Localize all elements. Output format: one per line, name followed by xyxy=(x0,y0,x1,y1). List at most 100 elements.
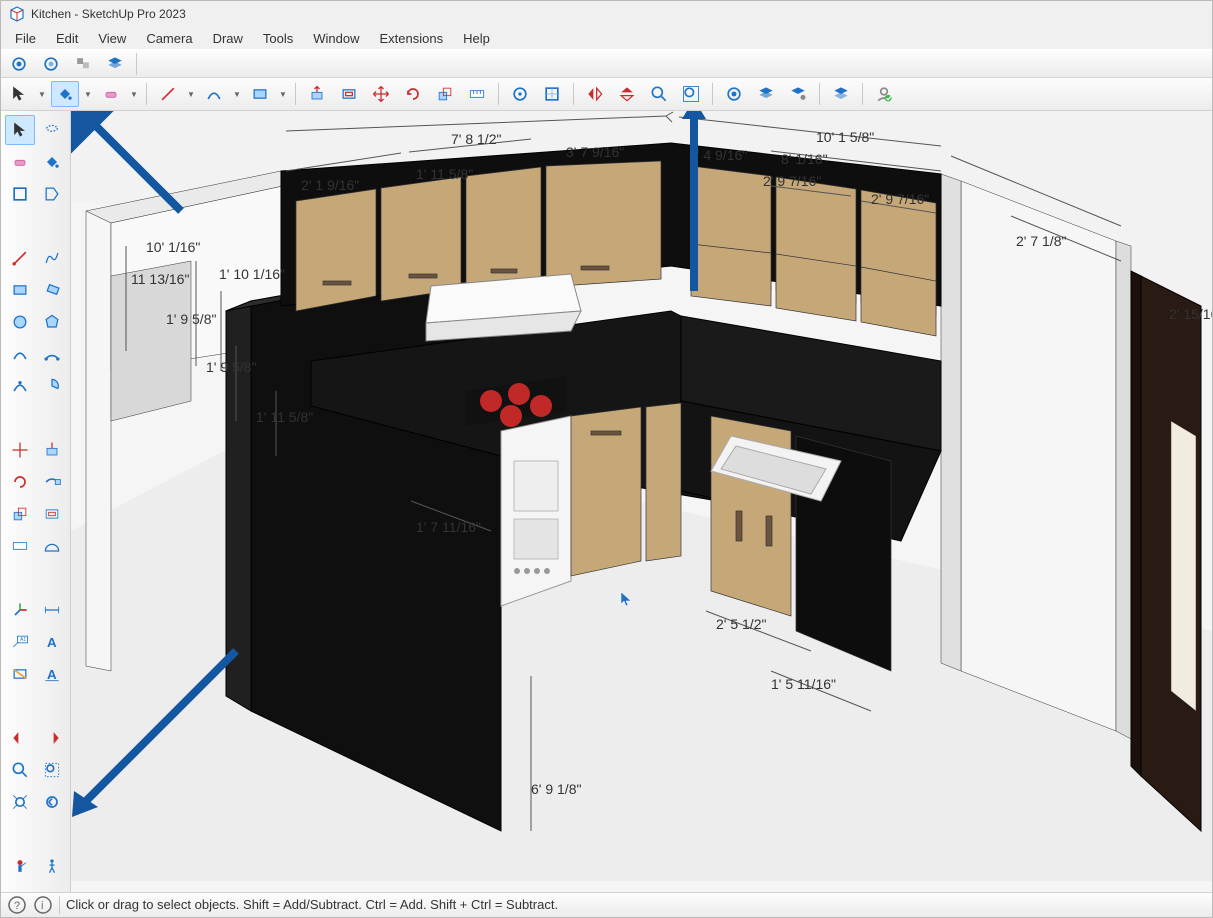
svg-text:A1: A1 xyxy=(20,637,26,643)
menu-extensions[interactable]: Extensions xyxy=(370,29,454,48)
eraser-tool-icon[interactable] xyxy=(97,81,125,107)
ext-gear2-icon[interactable] xyxy=(37,51,65,77)
app-logo-icon xyxy=(9,6,25,22)
help-icon[interactable]: ? xyxy=(7,895,27,915)
rotate-tool-icon[interactable] xyxy=(5,467,35,497)
tag-folder-tool-icon[interactable] xyxy=(784,81,812,107)
warehouse-tool-icon[interactable] xyxy=(506,81,534,107)
outliner-tool-icon[interactable] xyxy=(720,81,748,107)
toolbar-divider xyxy=(146,83,147,105)
3pt-arc-tool-icon[interactable] xyxy=(5,371,35,401)
eraser-dropdown-icon[interactable]: ▼ xyxy=(129,90,139,99)
tag-tool-icon[interactable] xyxy=(37,179,67,209)
paint-bucket-tool-icon[interactable] xyxy=(37,147,67,177)
svg-text:A: A xyxy=(47,635,57,650)
vertical-toolbar: A1 A A xyxy=(1,111,71,892)
circle-tool-icon[interactable] xyxy=(5,307,35,337)
3d-text-tool-icon[interactable]: A xyxy=(37,627,67,657)
select-tool-icon[interactable] xyxy=(5,81,33,107)
model-viewport[interactable]: 7' 8 1/2" 3' 7 9/16" 10' 1 5/8" 8' 1/16"… xyxy=(71,111,1212,892)
user-signin-icon[interactable] xyxy=(870,81,898,107)
push-pull-tool-icon[interactable] xyxy=(37,435,67,465)
position-camera-tool-icon[interactable] xyxy=(5,851,35,881)
line-tool-icon[interactable] xyxy=(154,81,182,107)
toolbar-divider xyxy=(136,53,137,75)
lasso-tool-icon[interactable] xyxy=(37,115,67,145)
axes-tool-icon[interactable] xyxy=(5,595,35,625)
protractor-tool-icon[interactable] xyxy=(37,531,67,561)
toolbar-separator xyxy=(5,403,67,409)
text-tool-icon[interactable]: A1 xyxy=(5,627,35,657)
svg-text:?: ? xyxy=(14,900,20,912)
component-tool-icon[interactable] xyxy=(5,179,35,209)
menu-view[interactable]: View xyxy=(88,29,136,48)
scale-tool-icon[interactable] xyxy=(431,81,459,107)
rect-dropdown-icon[interactable]: ▼ xyxy=(278,90,288,99)
ext-layers-icon[interactable] xyxy=(101,51,129,77)
toolbar-divider xyxy=(819,83,820,105)
menu-camera[interactable]: Camera xyxy=(136,29,202,48)
arc-tool-icon[interactable] xyxy=(5,339,35,369)
arc-dropdown-icon[interactable]: ▼ xyxy=(232,90,242,99)
paint-dropdown-icon[interactable]: ▼ xyxy=(83,90,93,99)
styles-tool-icon[interactable] xyxy=(827,81,855,107)
eraser-tool-icon[interactable] xyxy=(5,147,35,177)
2pt-arc-tool-icon[interactable] xyxy=(37,339,67,369)
flip-v-tool-icon[interactable] xyxy=(37,723,67,753)
line-tool-icon[interactable] xyxy=(5,243,35,273)
tape-tool-icon[interactable] xyxy=(463,81,491,107)
svg-text:i: i xyxy=(41,900,43,912)
status-divider xyxy=(59,896,60,914)
section-plane-tool-icon[interactable] xyxy=(5,659,35,689)
move-tool-icon[interactable] xyxy=(5,435,35,465)
freehand-tool-icon[interactable] xyxy=(37,243,67,273)
tags-tool-icon[interactable] xyxy=(752,81,780,107)
push-pull-tool-icon[interactable] xyxy=(303,81,331,107)
rectangle-tool-icon[interactable] xyxy=(5,275,35,305)
move-tool-icon[interactable] xyxy=(367,81,395,107)
offset-tool-icon[interactable] xyxy=(37,499,67,529)
menu-edit[interactable]: Edit xyxy=(46,29,88,48)
rectangle-tool-icon[interactable] xyxy=(246,81,274,107)
arc-tool-icon[interactable] xyxy=(200,81,228,107)
zoom-window-tool-icon[interactable] xyxy=(37,755,67,785)
toolbar-separator xyxy=(5,691,67,697)
menu-draw[interactable]: Draw xyxy=(203,29,253,48)
rotated-rect-tool-icon[interactable] xyxy=(37,275,67,305)
status-hint: Click or drag to select objects. Shift =… xyxy=(66,897,558,912)
polygon-tool-icon[interactable] xyxy=(37,307,67,337)
section-tool-icon[interactable]: A xyxy=(37,659,67,689)
pie-tool-icon[interactable] xyxy=(37,371,67,401)
window-title: Kitchen - SketchUp Pro 2023 xyxy=(31,7,186,21)
menu-tools[interactable]: Tools xyxy=(253,29,303,48)
menu-bar: File Edit View Camera Draw Tools Window … xyxy=(1,28,1212,50)
flip-v-tool-icon[interactable] xyxy=(613,81,641,107)
prev-view-tool-icon[interactable] xyxy=(37,787,67,817)
zoom-extents-tool-icon[interactable] xyxy=(677,81,705,107)
menu-window[interactable]: Window xyxy=(303,29,369,48)
component-tool-icon[interactable] xyxy=(538,81,566,107)
rotate-tool-icon[interactable] xyxy=(399,81,427,107)
zoom-tool-icon[interactable] xyxy=(645,81,673,107)
tape-tool-icon[interactable] xyxy=(5,531,35,561)
info-icon[interactable]: i xyxy=(33,895,53,915)
walk-tool-icon[interactable] xyxy=(37,851,67,881)
toolbar-divider xyxy=(295,83,296,105)
follow-me-tool-icon[interactable] xyxy=(37,467,67,497)
zoom-extents-tool-icon[interactable] xyxy=(5,787,35,817)
flip-h-tool-icon[interactable] xyxy=(581,81,609,107)
annotation-arrow-3 xyxy=(71,611,276,831)
select-tool-icon[interactable] xyxy=(5,115,35,145)
line-dropdown-icon[interactable]: ▼ xyxy=(186,90,196,99)
select-dropdown-icon[interactable]: ▼ xyxy=(37,90,47,99)
offset-tool-icon[interactable] xyxy=(335,81,363,107)
menu-help[interactable]: Help xyxy=(453,29,500,48)
paint-bucket-tool-icon[interactable] xyxy=(51,81,79,107)
flip-h-tool-icon[interactable] xyxy=(5,723,35,753)
dimension-tool-icon[interactable] xyxy=(37,595,67,625)
ext-cubes-icon[interactable] xyxy=(69,51,97,77)
scale-tool-icon[interactable] xyxy=(5,499,35,529)
menu-file[interactable]: File xyxy=(5,29,46,48)
ext-gear1-icon[interactable] xyxy=(5,51,33,77)
zoom-tool-icon[interactable] xyxy=(5,755,35,785)
